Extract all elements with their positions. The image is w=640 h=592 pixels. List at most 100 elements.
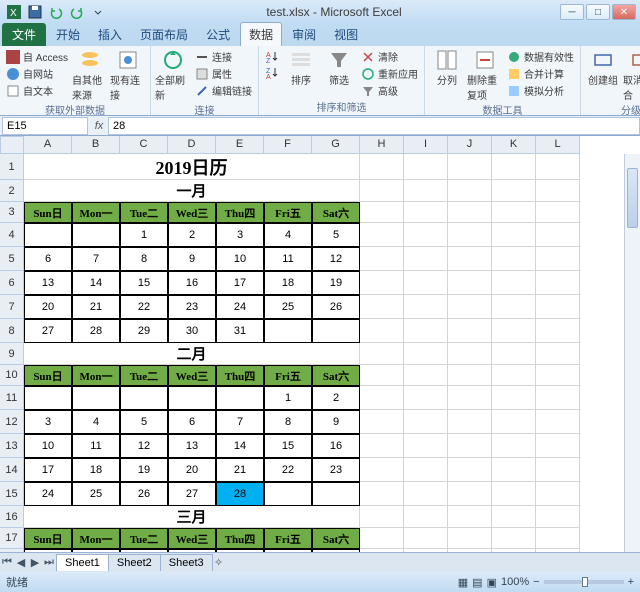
calendar-cell[interactable]: 4: [72, 410, 120, 434]
filter-button[interactable]: 筛选: [321, 48, 357, 99]
cell[interactable]: [492, 482, 536, 506]
row-header[interactable]: 4: [0, 223, 24, 247]
cell[interactable]: [492, 319, 536, 343]
new-sheet-icon[interactable]: ✧: [212, 556, 226, 569]
formula-input[interactable]: 28: [108, 117, 640, 135]
cell[interactable]: [492, 223, 536, 247]
calendar-cell[interactable]: [120, 386, 168, 410]
cell[interactable]: [492, 434, 536, 458]
calendar-cell[interactable]: 26: [312, 295, 360, 319]
calendar-cell[interactable]: 14: [72, 271, 120, 295]
calendar-day-header[interactable]: Thu四: [216, 365, 264, 386]
calendar-cell[interactable]: 6: [24, 247, 72, 271]
cell[interactable]: [448, 223, 492, 247]
cell[interactable]: [492, 410, 536, 434]
calendar-cell[interactable]: 5: [312, 223, 360, 247]
properties-button[interactable]: 属性: [193, 65, 254, 82]
calendar-cell[interactable]: 7: [72, 247, 120, 271]
cell[interactable]: [448, 482, 492, 506]
tab-nav-first[interactable]: ⏮: [0, 556, 14, 569]
calendar-cell[interactable]: 12: [312, 247, 360, 271]
calendar-cell[interactable]: [264, 319, 312, 343]
cell[interactable]: [536, 410, 580, 434]
tab-layout[interactable]: 页面布局: [132, 23, 196, 46]
row-header[interactable]: 6: [0, 271, 24, 295]
col-header-E[interactable]: E: [216, 136, 264, 154]
cell[interactable]: [536, 271, 580, 295]
cell[interactable]: [360, 343, 404, 365]
row-header[interactable]: 15: [0, 482, 24, 506]
cell[interactable]: [360, 549, 404, 552]
col-header-C[interactable]: C: [120, 136, 168, 154]
cell[interactable]: [448, 202, 492, 223]
row-header[interactable]: 7: [0, 295, 24, 319]
consolidate-button[interactable]: 合并计算: [505, 65, 576, 82]
calendar-cell[interactable]: 2: [312, 549, 360, 552]
calendar-cell[interactable]: [120, 549, 168, 552]
select-all-corner[interactable]: [0, 136, 24, 154]
cell[interactable]: [360, 482, 404, 506]
cell[interactable]: [492, 386, 536, 410]
cell[interactable]: [536, 154, 580, 180]
calendar-cell[interactable]: 1: [264, 386, 312, 410]
calendar-cell[interactable]: 6: [168, 410, 216, 434]
cell[interactable]: [492, 247, 536, 271]
undo-icon[interactable]: [46, 3, 66, 21]
cell[interactable]: [448, 386, 492, 410]
tab-insert[interactable]: 插入: [90, 23, 130, 46]
calendar-cell[interactable]: 10: [24, 434, 72, 458]
cell[interactable]: [536, 180, 580, 202]
cell[interactable]: [492, 365, 536, 386]
cell[interactable]: [404, 180, 448, 202]
cell[interactable]: [360, 202, 404, 223]
calendar-cell[interactable]: 31: [216, 319, 264, 343]
calendar-day-header[interactable]: Fri五: [264, 365, 312, 386]
advanced-button[interactable]: 高级: [359, 82, 420, 99]
cell[interactable]: [404, 154, 448, 180]
calendar-cell[interactable]: 14: [216, 434, 264, 458]
calendar-cell[interactable]: 8: [264, 410, 312, 434]
calendar-day-header[interactable]: Sat六: [312, 528, 360, 549]
row-header[interactable]: 17: [0, 528, 24, 549]
refresh-all-button[interactable]: 全部刷新: [155, 48, 191, 102]
calendar-cell[interactable]: 13: [24, 271, 72, 295]
calendar-title[interactable]: 一月: [24, 180, 360, 202]
row-header[interactable]: 2: [0, 180, 24, 202]
cell[interactable]: [404, 528, 448, 549]
calendar-cell[interactable]: 9: [168, 247, 216, 271]
calendar-cell[interactable]: 21: [72, 295, 120, 319]
calendar-cell[interactable]: 12: [120, 434, 168, 458]
whatif-button[interactable]: 模拟分析: [505, 82, 576, 99]
row-header[interactable]: 9: [0, 343, 24, 365]
col-header-A[interactable]: A: [24, 136, 72, 154]
close-button[interactable]: ✕: [612, 4, 636, 20]
calendar-cell[interactable]: 28: [216, 482, 264, 506]
calendar-day-header[interactable]: Fri五: [264, 528, 312, 549]
calendar-cell[interactable]: 19: [120, 458, 168, 482]
view-break-icon[interactable]: ▣: [487, 576, 497, 589]
calendar-cell[interactable]: 17: [216, 271, 264, 295]
cell[interactable]: [360, 386, 404, 410]
calendar-cell[interactable]: 5: [120, 410, 168, 434]
zoom-slider[interactable]: [544, 580, 624, 584]
from-other-button[interactable]: 自其他来源: [72, 48, 108, 102]
sheet-tab-3[interactable]: Sheet3: [160, 554, 213, 571]
calendar-cell[interactable]: 10: [216, 247, 264, 271]
cell[interactable]: [404, 202, 448, 223]
calendar-cell[interactable]: 15: [264, 434, 312, 458]
cell[interactable]: [448, 528, 492, 549]
cell[interactable]: [404, 271, 448, 295]
cell[interactable]: [404, 458, 448, 482]
cell[interactable]: [448, 180, 492, 202]
minimize-button[interactable]: ─: [560, 4, 584, 20]
calendar-cell[interactable]: 20: [168, 458, 216, 482]
calendar-cell[interactable]: 9: [312, 410, 360, 434]
text-to-columns-button[interactable]: 分列: [429, 48, 465, 102]
calendar-cell[interactable]: 16: [168, 271, 216, 295]
redo-icon[interactable]: [67, 3, 87, 21]
cell[interactable]: [360, 295, 404, 319]
col-header-K[interactable]: K: [492, 136, 536, 154]
calendar-cell[interactable]: 22: [264, 458, 312, 482]
calendar-cell[interactable]: 7: [216, 410, 264, 434]
calendar-cell[interactable]: [24, 386, 72, 410]
